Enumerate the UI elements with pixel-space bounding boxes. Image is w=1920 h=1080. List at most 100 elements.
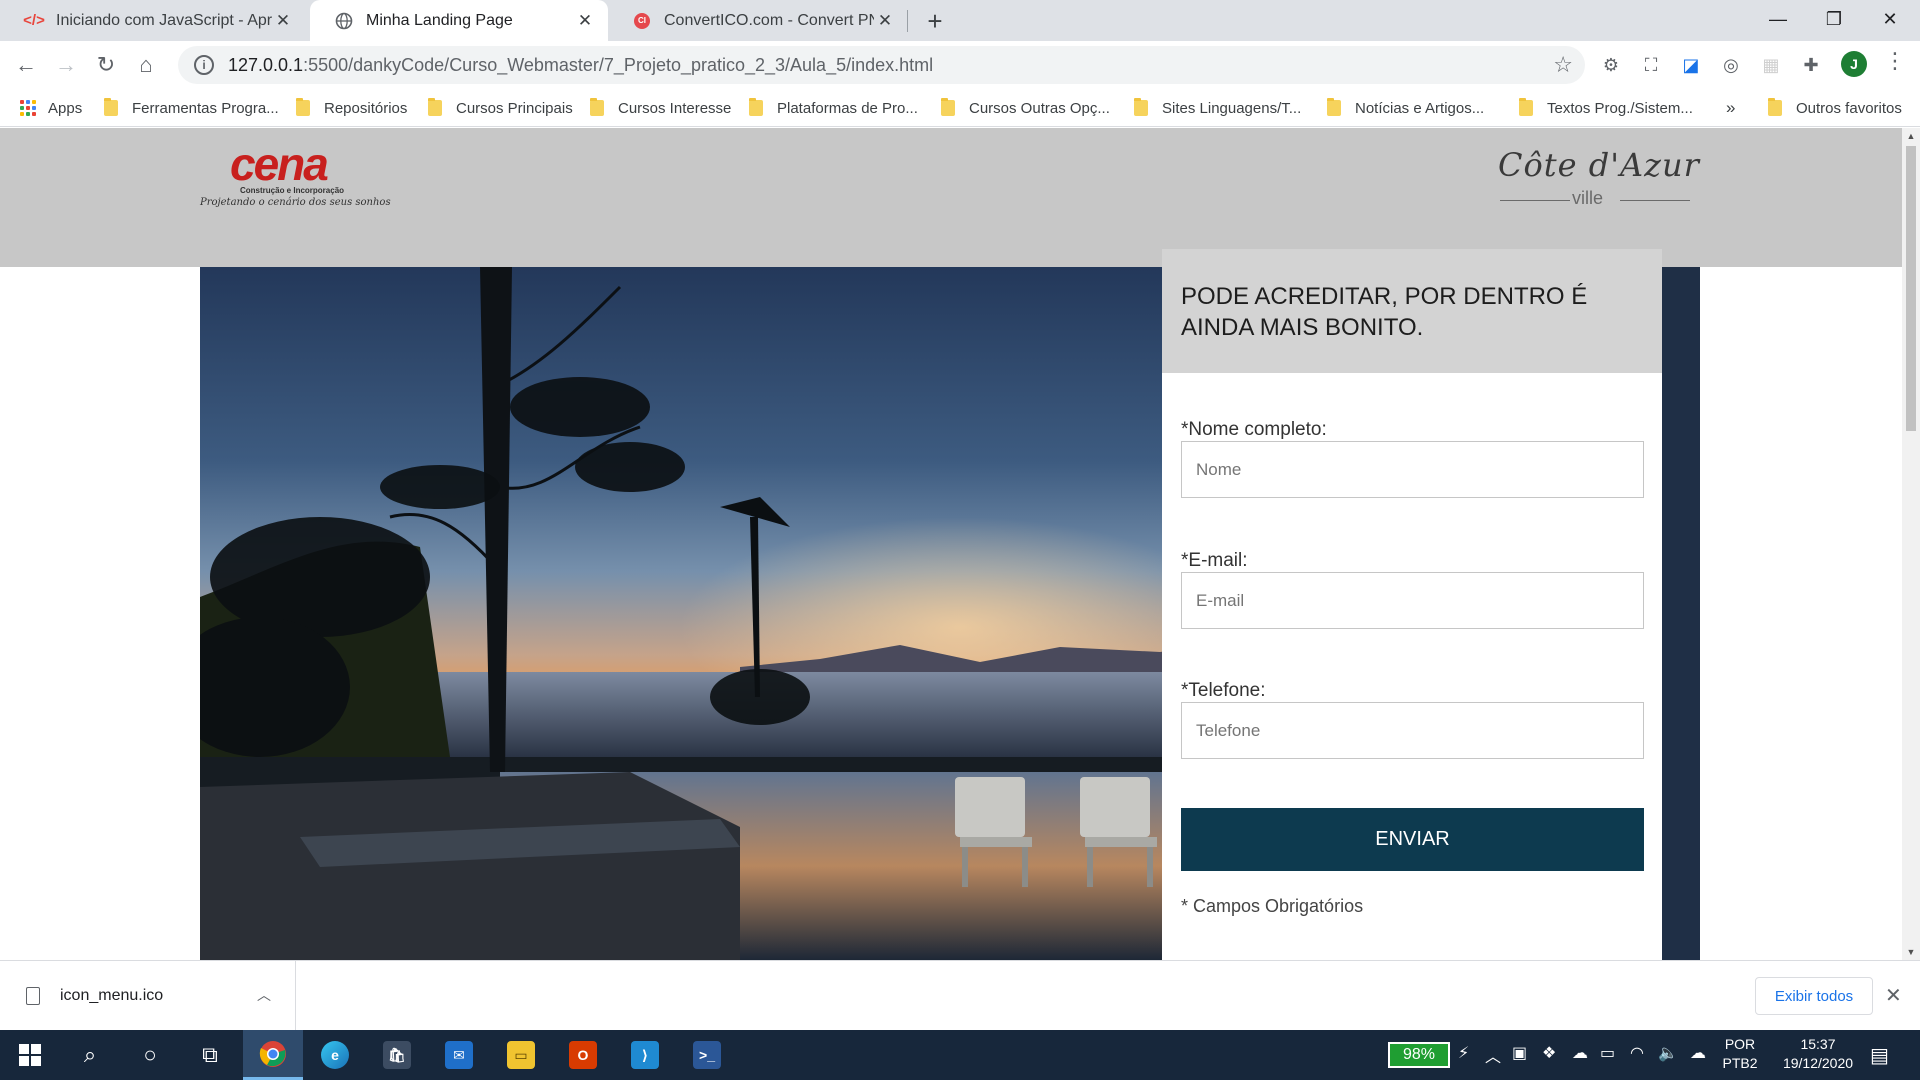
- download-item[interactable]: icon_menu.ico ︿: [0, 961, 296, 1031]
- page-scrollbar[interactable]: ▲ ▼: [1902, 128, 1920, 960]
- vscode-icon[interactable]: ⟩: [615, 1030, 675, 1080]
- phone-input[interactable]: [1181, 702, 1644, 759]
- bookmark-label: Cursos Principais: [456, 99, 573, 117]
- bookmark-label: Notícias e Artigos...: [1355, 99, 1485, 117]
- language-code: POR: [1724, 1036, 1756, 1052]
- tab-title: Minha Landing Page: [366, 11, 513, 29]
- bookmark-other-favorites[interactable]: Outros favoritos: [1768, 89, 1902, 127]
- power-plug-icon[interactable]: ⚡: [1458, 1043, 1469, 1063]
- search-icon[interactable]: ⌕: [60, 1030, 120, 1080]
- bookmark-label: Apps: [48, 99, 83, 117]
- cote-dazur-logo: Côte d'Azur ville: [1490, 146, 1700, 216]
- bookmark-folder[interactable]: Ferramentas Progra...: [104, 89, 279, 127]
- globe-icon: [334, 11, 354, 31]
- info-icon[interactable]: i: [194, 55, 214, 75]
- chrome-menu-icon[interactable]: ⋮: [1880, 48, 1910, 74]
- tab-landing-page[interactable]: Minha Landing Page ✕: [310, 0, 608, 41]
- folder-icon: [749, 98, 763, 116]
- extension-circle-icon[interactable]: ◎: [1717, 51, 1745, 79]
- bookmark-folder[interactable]: Cursos Outras Opç...: [941, 89, 1110, 127]
- chevron-up-icon[interactable]: ︿: [1485, 1043, 1501, 1067]
- cena-logo[interactable]: cena Construção e Incorporação Projetand…: [200, 141, 391, 212]
- minimize-button[interactable]: —: [1748, 0, 1808, 38]
- meet-now-icon[interactable]: ▣: [1512, 1043, 1527, 1063]
- chevron-up-icon[interactable]: ︿: [257, 985, 271, 1005]
- tab-javascript[interactable]: </> Iniciando com JavaScript - Apres ✕: [0, 0, 306, 41]
- cloud-upload-icon[interactable]: ☁: [1690, 1043, 1706, 1063]
- converticon-icon: CI: [632, 11, 652, 31]
- edge-icon[interactable]: e: [305, 1030, 365, 1080]
- clock[interactable]: 15:37 19/12/2020: [1772, 1035, 1864, 1073]
- office-icon[interactable]: O: [553, 1030, 613, 1080]
- bookmarks-overflow-button[interactable]: »: [1726, 89, 1735, 127]
- task-view-icon[interactable]: ⧉: [180, 1030, 240, 1080]
- tab-separator: [907, 10, 908, 32]
- bookmark-apps[interactable]: Apps: [20, 89, 82, 127]
- new-tab-button[interactable]: +: [920, 6, 950, 36]
- file-explorer-icon[interactable]: ▭: [491, 1030, 551, 1080]
- code-icon: </>: [23, 12, 45, 29]
- volume-icon[interactable]: 🔈: [1658, 1043, 1678, 1063]
- address-bar[interactable]: i 127.0.0.1:5500/dankyCode/Curso_Webmast…: [178, 46, 1585, 84]
- reload-button[interactable]: ↻: [88, 47, 124, 83]
- name-label: *Nome completo:: [1181, 419, 1327, 440]
- scrollbar-thumb[interactable]: [1906, 146, 1916, 431]
- back-button[interactable]: ←: [8, 47, 44, 83]
- wifi-icon[interactable]: ◠: [1630, 1043, 1644, 1063]
- bookmark-folder[interactable]: Cursos Principais: [428, 89, 573, 127]
- close-download-bar-icon[interactable]: ✕: [1885, 983, 1902, 1008]
- name-input[interactable]: [1181, 441, 1644, 498]
- extension-blue-icon[interactable]: ◪: [1677, 51, 1705, 79]
- logo-tagline: Projetando o cenário dos seus sonhos: [200, 197, 391, 208]
- windows-start-icon[interactable]: [0, 1030, 60, 1080]
- close-icon[interactable]: ✕: [574, 10, 596, 32]
- notifications-icon[interactable]: ▤: [1870, 1043, 1889, 1068]
- scroll-up-arrow-icon[interactable]: ▲: [1902, 128, 1920, 144]
- form-heading: PODE ACREDITAR, POR DENTRO É AINDA MAIS …: [1162, 249, 1662, 373]
- folder-icon: [941, 98, 955, 116]
- close-icon[interactable]: ✕: [272, 10, 294, 32]
- extension-blank-icon[interactable]: ▦: [1757, 51, 1785, 79]
- submit-button[interactable]: ENVIAR: [1181, 808, 1644, 871]
- required-fields-note: * Campos Obrigatórios: [1181, 896, 1364, 916]
- bookmark-folder[interactable]: Plataformas de Pro...: [749, 89, 918, 127]
- close-icon[interactable]: ✕: [874, 10, 896, 32]
- chrome-taskbar-icon[interactable]: [243, 1030, 303, 1080]
- email-label: *E-mail:: [1181, 550, 1248, 571]
- profile-avatar[interactable]: J: [1841, 51, 1867, 77]
- language-indicator[interactable]: POR PTB2: [1718, 1035, 1762, 1073]
- extension-gear-icon[interactable]: ⚙: [1597, 51, 1625, 79]
- url-path: :5500/dankyCode/Curso_Webmaster/7_Projet…: [303, 54, 934, 75]
- tab-converticon[interactable]: CI ConvertICO.com - Convert PNG t ✕: [608, 0, 908, 41]
- file-icon: [26, 987, 40, 1005]
- folder-icon: [104, 98, 118, 116]
- bookmark-folder[interactable]: Notícias e Artigos...: [1327, 89, 1484, 127]
- bookmark-folder[interactable]: Repositórios: [296, 89, 407, 127]
- bookmark-folder[interactable]: Cursos Interesse: [590, 89, 731, 127]
- folder-icon: [590, 98, 604, 116]
- scroll-down-arrow-icon[interactable]: ▼: [1902, 944, 1920, 960]
- powershell-icon[interactable]: >_: [677, 1030, 737, 1080]
- onedrive-icon[interactable]: ☁: [1572, 1043, 1588, 1063]
- battery-indicator[interactable]: 98%: [1388, 1042, 1450, 1068]
- email-input[interactable]: [1181, 572, 1644, 629]
- screenshot-extension-icon[interactable]: ⛶: [1637, 51, 1665, 79]
- show-all-downloads-button[interactable]: Exibir todos: [1755, 977, 1873, 1015]
- tab-strip: </> Iniciando com JavaScript - Apres ✕ M…: [0, 0, 1920, 41]
- bookmark-label: Outros favoritos: [1796, 99, 1902, 117]
- bookmark-folder[interactable]: Sites Linguagens/T...: [1134, 89, 1301, 127]
- logo-divider: [1620, 200, 1690, 201]
- cortana-icon[interactable]: ○: [120, 1030, 180, 1080]
- home-button[interactable]: ⌂: [128, 47, 164, 83]
- bookmark-star-icon[interactable]: ☆: [1553, 52, 1573, 78]
- forward-button[interactable]: →: [48, 47, 84, 83]
- restore-button[interactable]: ❐: [1804, 0, 1864, 38]
- bookmark-label: Plataformas de Pro...: [777, 99, 918, 117]
- bookmark-folder[interactable]: Textos Prog./Sistem...: [1519, 89, 1693, 127]
- store-icon[interactable]: 🛍: [367, 1030, 427, 1080]
- close-window-button[interactable]: ✕: [1860, 0, 1920, 38]
- dropbox-icon[interactable]: ❖: [1542, 1043, 1556, 1063]
- battery-icon[interactable]: ▭: [1600, 1043, 1615, 1063]
- mail-icon[interactable]: ✉: [429, 1030, 489, 1080]
- extensions-puzzle-icon[interactable]: ✚: [1797, 51, 1825, 79]
